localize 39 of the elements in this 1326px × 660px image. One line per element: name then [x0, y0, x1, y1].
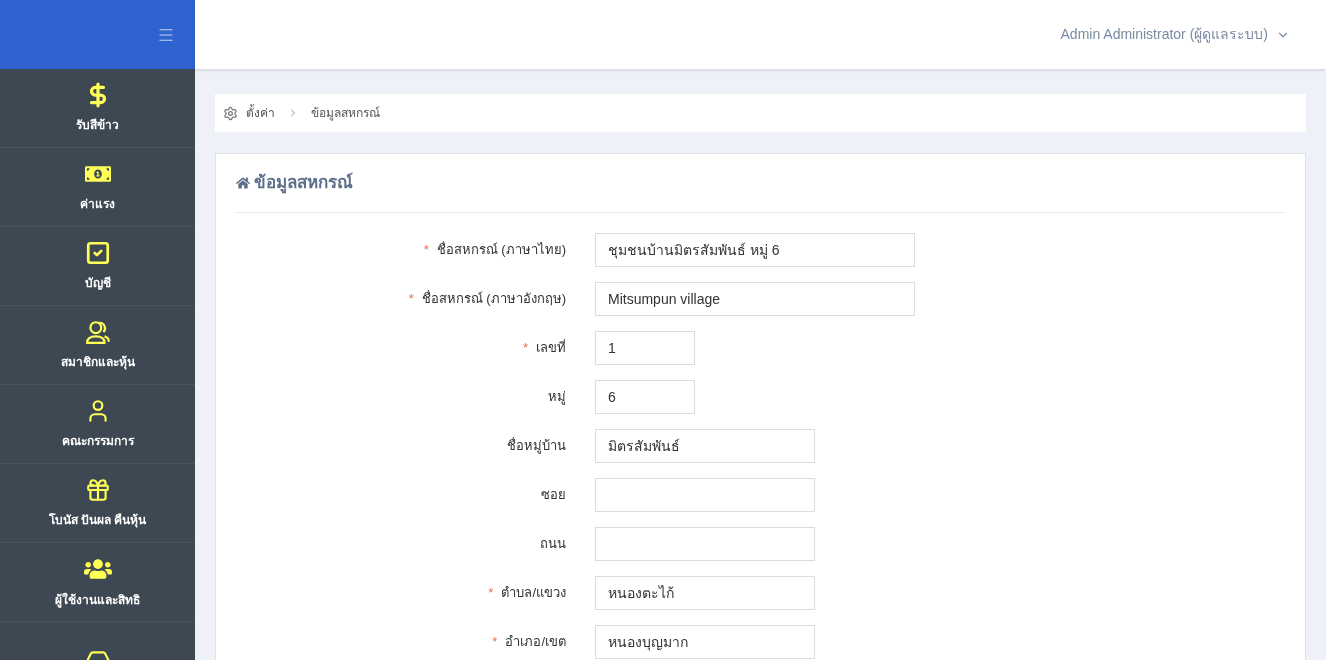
field-label: ตำบล/แขวง	[501, 584, 566, 603]
breadcrumb-item: ข้อมูลสหกรณ์	[311, 105, 380, 122]
input-field[interactable]: 6	[595, 380, 695, 414]
sidebar-item[interactable]: ค่าแรง	[0, 148, 195, 227]
input-field[interactable]: มิตรสัมพันธ์	[595, 429, 815, 463]
required-mark: *	[408, 290, 414, 309]
input-field[interactable]: 1	[595, 331, 695, 365]
field-label: ชื่อหมู่บ้าน	[507, 436, 566, 456]
required-mark: *	[488, 584, 494, 603]
sidebar-item[interactable]: รับสีข้าว	[0, 69, 195, 148]
checkbox-icon	[84, 240, 111, 266]
users-icon	[84, 319, 111, 345]
home-icon	[236, 176, 250, 190]
sidebar-item[interactable]: โบนัส ปันผล คืนหุ้น	[0, 464, 195, 543]
required-mark: *	[423, 241, 429, 260]
breadcrumb-item[interactable]: ตั้งค่า	[246, 104, 275, 122]
sidebar-item[interactable]: สมาชิกและหุ้น	[0, 306, 195, 385]
required-mark: *	[522, 339, 528, 358]
input-field[interactable]: หนองตะไก้	[595, 576, 815, 610]
sidebar-item[interactable]: คณะกรรมการ	[0, 385, 195, 464]
gift-icon	[84, 477, 111, 503]
input-field[interactable]: หนองบุญมาก	[595, 625, 815, 659]
field-label: อำเภอ/เขต	[505, 633, 566, 652]
field-label: ถนน	[540, 535, 566, 554]
settings-icon	[223, 105, 238, 121]
input-field[interactable]: Mitsumpun village	[595, 282, 915, 316]
input-field[interactable]: ชุมชนบ้านมิตรสัมพันธ์ หมู่ 6	[595, 233, 915, 267]
required-mark: *	[492, 633, 498, 652]
input-field[interactable]	[595, 527, 815, 561]
card-title: ข้อมูลสหกรณ์	[254, 171, 353, 196]
sidebar-item[interactable]: บัญชี	[0, 227, 195, 306]
field-label: ชื่อสหกรณ์ (ภาษาอังกฤษ)	[421, 289, 566, 309]
field-label: ชื่อสหกรณ์ (ภาษาไทย)	[436, 240, 566, 260]
user-menu[interactable]: Admin Administrator (ผู้ดูแลระบบ)	[1060, 24, 1290, 45]
input-field[interactable]	[595, 478, 815, 512]
field-label: เลขที่	[536, 338, 566, 358]
field-label: ซอย	[541, 486, 566, 505]
field-label: หมู่	[548, 388, 566, 407]
sidebar-item[interactable]: ผู้ใช้งานและสิทธิ	[0, 543, 195, 622]
